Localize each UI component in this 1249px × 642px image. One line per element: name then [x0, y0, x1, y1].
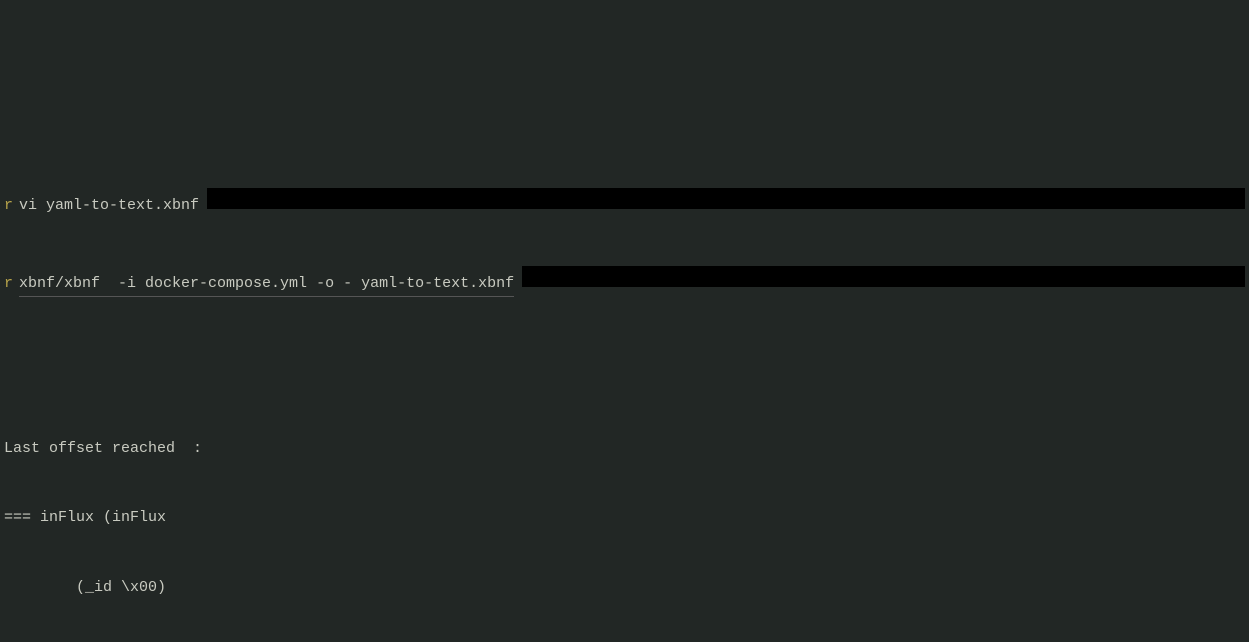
- influx-line: (_id \x00): [4, 576, 1245, 599]
- command-text: xbnf/xbnf -i docker-compose.yml -o - yam…: [19, 272, 514, 297]
- terminal-screen[interactable]: r vi yaml-to-text.xbnf r xbnf/xbnf -i do…: [0, 93, 1249, 642]
- command-line: r vi yaml-to-text.xbnf: [4, 186, 1245, 217]
- prompt-char: r: [4, 194, 19, 217]
- command-text: vi yaml-to-text.xbnf: [19, 194, 199, 217]
- prompt-char: r: [4, 272, 19, 295]
- redaction-bar: [522, 266, 1245, 287]
- influx-header: === inFlux (inFlux: [4, 506, 1245, 529]
- command-line: r xbnf/xbnf -i docker-compose.yml -o - y…: [4, 264, 1245, 297]
- last-offset-label: Last offset reached :: [4, 437, 1245, 460]
- redaction-bar: [207, 188, 1245, 209]
